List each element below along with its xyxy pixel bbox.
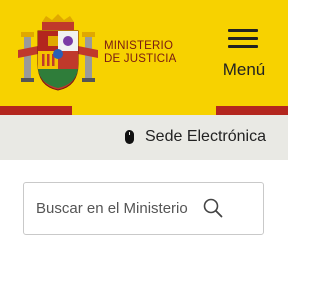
site-header: MINISTERIO DE JUSTICIA Menú <box>0 0 288 106</box>
search-input[interactable] <box>36 196 206 220</box>
ministry-name-line1: MINISTERIO <box>104 40 174 52</box>
ministry-name-line2: DE JUSTICIA <box>104 53 177 65</box>
menu-button[interactable]: Menú <box>214 26 274 84</box>
coat-of-arms-icon[interactable] <box>18 14 98 94</box>
sede-electronica-link[interactable]: Sede Electrónica <box>145 128 266 146</box>
search-box <box>23 182 264 235</box>
header-stripe <box>0 106 288 115</box>
hamburger-icon <box>228 26 258 48</box>
ministry-name[interactable]: MINISTERIO DE JUSTICIA <box>104 40 177 66</box>
menu-label: Menú <box>222 60 266 79</box>
mouse-icon <box>125 130 134 144</box>
search-icon[interactable] <box>203 198 223 218</box>
